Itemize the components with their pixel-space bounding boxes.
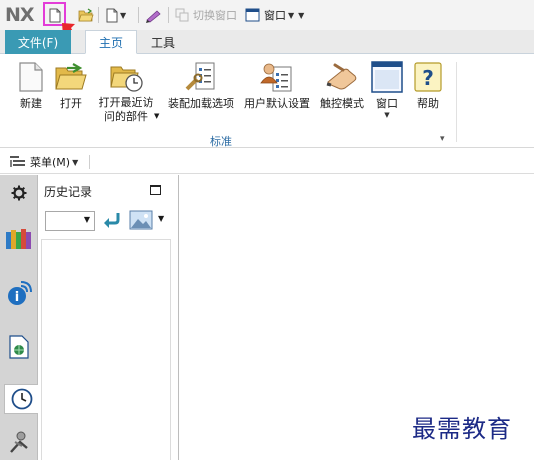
- history-panel: 历史记录 ▼ ▼: [38, 175, 179, 460]
- maximize-icon[interactable]: [150, 185, 161, 195]
- books-icon: [6, 229, 31, 249]
- back-button[interactable]: [101, 211, 121, 232]
- toolbar-separator: [168, 7, 169, 23]
- ribbon: 新建 打开 打开最近访 问的部件 ▼ 装配加载选项 用户默认设置 触控模式 窗口…: [0, 54, 534, 148]
- ribbon-group-divider: [456, 62, 457, 142]
- chevron-down-icon: ▼: [154, 112, 160, 120]
- ribbon-new-button[interactable]: 新建: [14, 60, 48, 111]
- open-folder-icon: [55, 63, 87, 90]
- resource-history-button[interactable]: [4, 384, 38, 414]
- resource-web-browser-button[interactable]: [4, 332, 34, 362]
- menu-button[interactable]: 菜单(M) ▼: [9, 154, 78, 170]
- chevron-down-icon: ▼: [120, 10, 127, 20]
- chevron-down-icon: ▼: [384, 111, 390, 119]
- edit-button[interactable]: [145, 6, 162, 24]
- svg-text:?: ?: [422, 66, 434, 90]
- menu-separator: [89, 155, 90, 169]
- info-icon: i: [8, 281, 32, 305]
- pencil-icon: [146, 9, 161, 23]
- ribbon-recent-parts-button[interactable]: 打开最近访 问的部件: [94, 60, 158, 124]
- ribbon-touch-mode-label: 触控模式: [320, 97, 364, 110]
- gear-icon: [11, 185, 27, 201]
- svg-text:i: i: [15, 290, 19, 305]
- clock-icon: [11, 388, 32, 410]
- ribbon-group-label: 标准: [210, 135, 232, 148]
- tab-home[interactable]: 主页: [85, 30, 137, 54]
- help-icon: ?: [414, 62, 442, 92]
- ribbon-open-label: 打开: [60, 97, 82, 110]
- switch-window-button[interactable]: 切换窗口: [175, 6, 237, 24]
- assembly-load-options-icon: [185, 62, 215, 91]
- tab-file[interactable]: 文件(F): [5, 30, 71, 54]
- ribbon-assembly-load-options-label: 装配加载选项: [168, 97, 234, 110]
- ribbon-help-button[interactable]: ? 帮助: [411, 60, 445, 111]
- chevron-down-icon[interactable]: ▼: [158, 214, 164, 223]
- menu-label: 菜单(M): [30, 156, 71, 169]
- roles-icon: [10, 431, 28, 453]
- menu-icon: [10, 156, 25, 167]
- ribbon-window-button[interactable]: 窗口 ▼: [370, 60, 404, 119]
- menu-bar: 菜单(M) ▼: [0, 150, 534, 174]
- switch-window-label: 切换窗口: [193, 9, 237, 22]
- window-icon: [371, 61, 403, 93]
- resource-reuse-library-button[interactable]: [4, 223, 34, 253]
- ribbon-assembly-load-options-button[interactable]: 装配加载选项: [164, 60, 238, 111]
- ribbon-user-defaults-button[interactable]: 用户默认设置: [240, 60, 314, 111]
- ribbon-touch-mode-button[interactable]: 触控模式: [318, 60, 366, 111]
- ribbon-new-label: 新建: [20, 97, 42, 110]
- resource-bar: i: [0, 175, 38, 460]
- group-expand-icon[interactable]: ▾: [440, 134, 445, 144]
- ribbon-open-button[interactable]: 打开: [53, 60, 89, 111]
- app-logo: NX: [5, 4, 35, 26]
- window-dropdown-button[interactable]: 窗口 ▼ ▼: [245, 6, 304, 24]
- resource-info-button[interactable]: i: [4, 279, 34, 309]
- history-list[interactable]: [41, 239, 171, 460]
- new-dropdown-button[interactable]: ▼: [106, 6, 126, 24]
- switch-window-icon: [175, 8, 189, 22]
- back-arrow-icon: [104, 213, 120, 228]
- ribbon-window-label: 窗口: [376, 97, 398, 110]
- web-page-icon: [9, 335, 29, 359]
- ribbon-recent-parts-label: 打开最近访 问的部件: [98, 96, 154, 123]
- window-label: 窗口: [264, 9, 286, 22]
- chevron-down-icon: ▼: [288, 10, 295, 20]
- new-document-icon: [19, 62, 43, 92]
- chevron-down-icon: ▼: [83, 215, 90, 224]
- image-icon: [129, 210, 153, 230]
- document-icon: [106, 8, 118, 22]
- tab-tools[interactable]: 工具: [140, 30, 186, 54]
- customize-toolbar-icon: ▼: [298, 10, 305, 20]
- resource-roles-button[interactable]: [4, 427, 34, 457]
- resource-settings-button[interactable]: [4, 178, 34, 208]
- user-defaults-icon: [260, 63, 292, 92]
- tab-strip: [0, 30, 534, 54]
- watermark: 最需教育: [412, 415, 512, 443]
- touch-mode-icon: [326, 63, 357, 90]
- chevron-down-icon: ▼: [72, 157, 79, 167]
- history-view-select[interactable]: ▼: [45, 211, 95, 231]
- thumbnail-view-button[interactable]: [129, 210, 153, 233]
- panel-title: 历史记录: [44, 185, 93, 199]
- ribbon-help-label: 帮助: [417, 97, 439, 110]
- window-icon: [245, 8, 260, 22]
- toolbar-separator: [138, 7, 139, 23]
- recent-parts-icon: [110, 66, 143, 92]
- ribbon-user-defaults-label: 用户默认设置: [244, 97, 310, 110]
